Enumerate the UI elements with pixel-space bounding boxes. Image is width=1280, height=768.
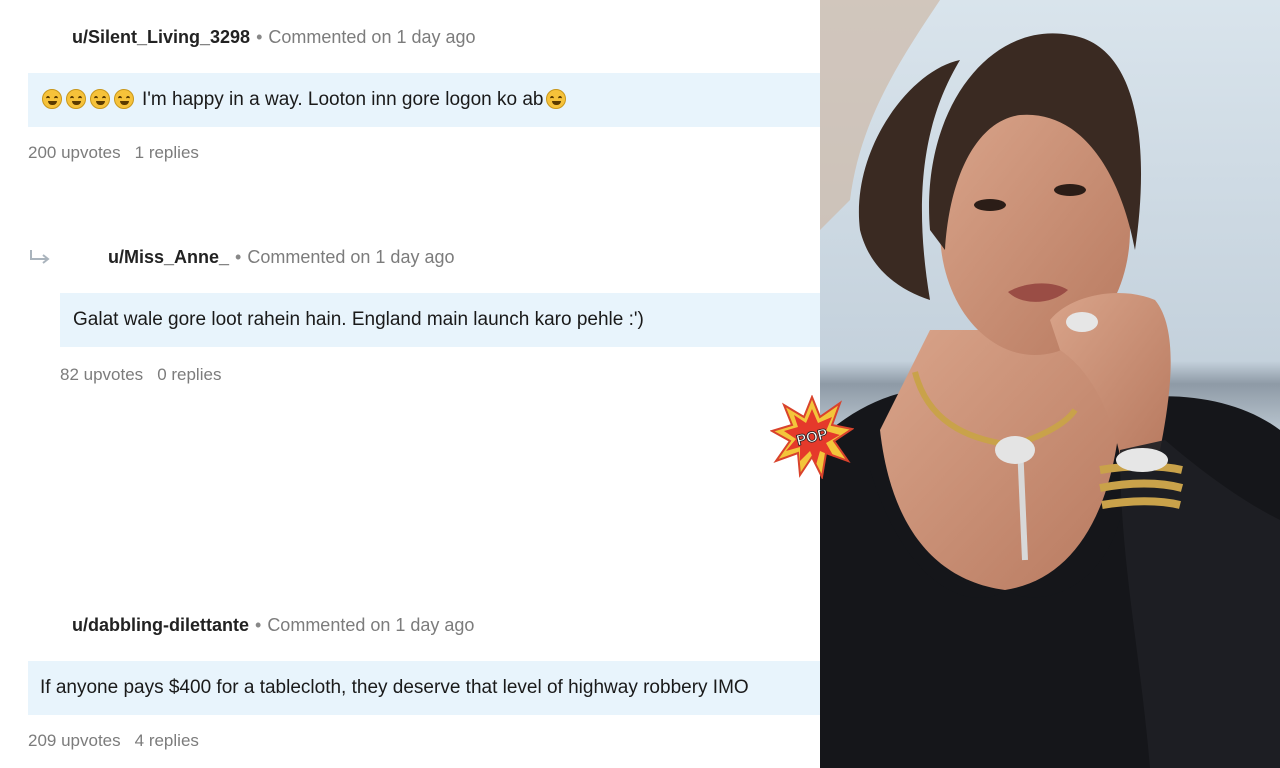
portrait-photo — [820, 0, 1280, 768]
portrait-illustration — [820, 0, 1280, 768]
username[interactable]: u/dabbling-dilettante — [72, 615, 249, 635]
pop-logo-badge: POP — [770, 395, 854, 479]
upvote-count[interactable]: 209 upvotes — [28, 731, 121, 750]
comment-3: u/dabbling-dilettante • Commented on 1 day… — [0, 0, 820, 768]
comment-text: If anyone pays $400 for a tablecloth, th… — [40, 677, 749, 698]
comment-time: Commented on 1 day ago — [267, 615, 475, 635]
comments-panel: u/Silent_Living_3298 • Commented on 1 day … — [0, 0, 820, 768]
comment-stats: 209 upvotes 4 replies — [28, 731, 199, 751]
reply-count[interactable]: 4 replies — [135, 731, 199, 750]
comment-body: If anyone pays $400 for a tablecloth, th… — [28, 661, 820, 715]
comment-meta: u/dabbling-dilettante • Commented on 1 day… — [72, 615, 474, 636]
separator-dot: • — [255, 615, 262, 635]
